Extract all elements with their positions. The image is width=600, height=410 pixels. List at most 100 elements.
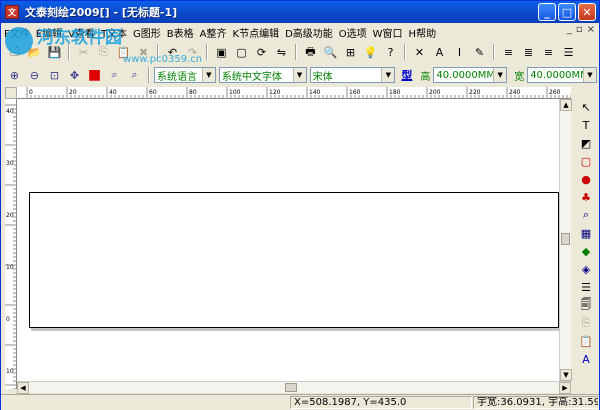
text-frame-icon[interactable]: A	[430, 43, 449, 61]
mdi-close-button[interactable]: ×	[587, 24, 595, 35]
chevron-down-icon[interactable]: ▼	[583, 68, 596, 82]
maximize-button[interactable]: □	[558, 3, 576, 21]
chevron-down-icon[interactable]: ▼	[201, 68, 215, 82]
mirror-icon[interactable]: ⇋	[272, 43, 291, 61]
help-icon[interactable]: ?	[381, 43, 400, 61]
import-icon[interactable]: ⊞	[341, 43, 360, 61]
menu-edit[interactable]: E编辑	[33, 25, 65, 40]
chevron-down-icon[interactable]: ▼	[292, 68, 306, 82]
ruler-label: 140	[309, 89, 321, 96]
magnify-tool-icon[interactable]: ⌕	[577, 207, 595, 223]
menu-node-edit[interactable]: K节点编辑	[230, 25, 283, 40]
zoom-in-icon[interactable]: ⊕	[5, 66, 24, 84]
zoom-out-icon[interactable]: ⊖	[25, 66, 44, 84]
table-tool-icon[interactable]: ▦	[577, 225, 595, 241]
delete-icon[interactable]: ✖	[134, 43, 153, 61]
menu-text[interactable]: T文本	[98, 25, 130, 40]
weed-icon[interactable]: ✕	[410, 43, 429, 61]
save-icon[interactable]: 💾	[45, 43, 64, 61]
app-window: 文 文泰刻绘2009[] - [无标题-1] _ □ ✕ F文件 E编辑 V查看…	[0, 0, 600, 410]
paste-tool-icon[interactable]: 📋	[577, 333, 595, 349]
menu-options[interactable]: O选项	[336, 25, 370, 40]
minimize-button[interactable]: _	[538, 3, 556, 21]
chevron-down-icon[interactable]: ▼	[493, 68, 507, 82]
zoom-all-icon[interactable]: ⌕	[125, 66, 144, 84]
zoom-fit-icon[interactable]: ⌕	[105, 66, 124, 84]
lines-tool-icon[interactable]: ☰	[577, 279, 595, 295]
rotate-icon[interactable]: ⟳	[252, 43, 271, 61]
undo-icon[interactable]: ↶	[163, 43, 182, 61]
redo-icon[interactable]: ↷	[183, 43, 202, 61]
text-effect-tool-icon[interactable]: A	[577, 351, 595, 367]
title-bar[interactable]: 文 文泰刻绘2009[] - [无标题-1] _ □ ✕	[1, 1, 599, 23]
status-bar: X=508.1987, Y=435.0 宇宽:36.0931, 宇高:31.59…	[1, 394, 599, 410]
pointer-tool-icon[interactable]: ↖	[577, 99, 595, 115]
ruler-label: 240	[509, 89, 521, 96]
scroll-up-arrow-icon[interactable]: ▲	[560, 99, 572, 111]
zoom-page-icon[interactable]: ⊡	[45, 66, 64, 84]
shapes-tool-icon[interactable]: ♣	[577, 189, 595, 205]
close-button[interactable]: ✕	[578, 3, 596, 21]
toolbar-separator	[157, 44, 159, 60]
print-icon[interactable]: 🖶	[301, 43, 320, 61]
paste-icon[interactable]: 📋	[114, 43, 133, 61]
italic-icon[interactable]: I	[450, 43, 469, 61]
mdi-minimize-button[interactable]: _	[567, 24, 572, 35]
menu-graphics[interactable]: G图形	[130, 25, 164, 40]
horizontal-scroll-thumb[interactable]	[285, 383, 297, 392]
width-input[interactable]: 40.0000MM ▼	[527, 67, 597, 83]
justify-icon[interactable]: ☰	[559, 43, 578, 61]
app-logo-icon[interactable]: 文	[5, 5, 19, 19]
menu-file[interactable]: F文件	[1, 25, 33, 40]
font-style-button[interactable]: 型	[401, 67, 412, 83]
vertical-scrollbar[interactable]: ▲ ▼	[559, 99, 572, 381]
align-right-icon[interactable]: ≡	[539, 43, 558, 61]
toolbar-separator	[68, 44, 70, 60]
height-input[interactable]: 40.0000MM ▼	[433, 67, 508, 83]
menu-table[interactable]: B表格	[164, 25, 197, 40]
text-tool-icon[interactable]: T	[577, 117, 595, 133]
ungroup-icon[interactable]: ▢	[232, 43, 251, 61]
align-center-icon[interactable]: ≣	[519, 43, 538, 61]
menu-view[interactable]: V查看	[65, 25, 98, 40]
rectangle-tool-icon[interactable]: ▢	[577, 153, 595, 169]
document-page[interactable]	[29, 192, 559, 328]
menu-align[interactable]: A整齐	[197, 25, 230, 40]
align-left-icon[interactable]: ≡	[499, 43, 518, 61]
node-tool-icon[interactable]: ◩	[577, 135, 595, 151]
open-icon[interactable]: 📂	[25, 43, 44, 61]
ruler-label: 120	[269, 89, 281, 96]
font-select[interactable]: 宋体 ▼	[309, 67, 396, 83]
color-red-icon[interactable]: ■	[85, 66, 104, 84]
horizontal-scrollbar[interactable]: ◀ ▶	[17, 381, 571, 394]
group-icon[interactable]: ▣	[212, 43, 231, 61]
new-icon[interactable]: 🗋	[5, 43, 24, 61]
fill-tool-icon[interactable]: ◆	[577, 243, 595, 259]
scroll-right-arrow-icon[interactable]: ▶	[559, 382, 571, 394]
scroll-left-arrow-icon[interactable]: ◀	[17, 382, 29, 394]
ruler-label: 40	[6, 108, 14, 115]
copy-icon[interactable]: ⎘	[94, 43, 113, 61]
pan-icon[interactable]: ✥	[65, 66, 84, 84]
edit-icon[interactable]: ✎	[470, 43, 489, 61]
chevron-down-icon[interactable]: ▼	[381, 68, 395, 82]
ruler-label: 10	[6, 368, 14, 375]
cn-font-select-value: 系统中文字体	[221, 71, 282, 83]
cn-font-select[interactable]: 系统中文字体 ▼	[218, 67, 307, 83]
menu-window[interactable]: W窗口	[370, 25, 406, 40]
page-tool-icon[interactable]: 🗐	[577, 297, 595, 313]
menu-help[interactable]: H帮助	[406, 25, 440, 40]
copy-tool-icon[interactable]: ⎘	[577, 315, 595, 331]
preview-icon[interactable]: 🔍	[321, 43, 340, 61]
menu-advanced[interactable]: D高级功能	[282, 25, 336, 40]
language-select[interactable]: 系统语言 ▼	[154, 67, 216, 83]
scroll-down-arrow-icon[interactable]: ▼	[560, 369, 572, 381]
mdi-restore-button[interactable]: ▫	[576, 24, 583, 35]
window-title: 文泰刻绘2009[] - [无标题-1]	[25, 6, 178, 19]
drawing-canvas[interactable]	[17, 99, 571, 381]
color-tool-icon[interactable]: ◈	[577, 261, 595, 277]
vertical-scroll-thumb[interactable]	[561, 233, 570, 245]
bulb-icon[interactable]: 💡	[361, 43, 380, 61]
cut-icon[interactable]: ✂	[74, 43, 93, 61]
ellipse-tool-icon[interactable]: ●	[577, 171, 595, 187]
